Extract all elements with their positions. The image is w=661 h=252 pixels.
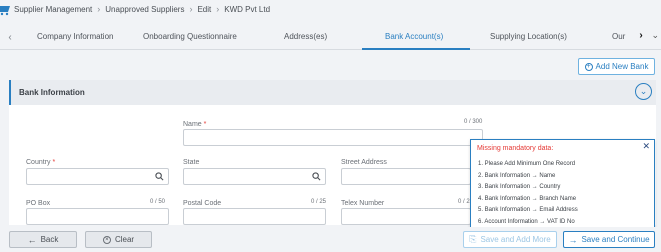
country-select[interactable]	[26, 168, 169, 185]
chevron-right-icon[interactable]: ›	[635, 30, 647, 41]
add-new-bank-button[interactable]: + Add New Bank	[578, 58, 655, 75]
save-and-continue-label: Save and Continue	[581, 235, 650, 244]
tab-bar: ‹ Company Information Onboarding Questio…	[0, 24, 661, 50]
chevron-left-icon[interactable]: ‹	[4, 32, 16, 43]
arrow-right-icon: →	[568, 234, 578, 245]
missing-data-popup: Missing mandatory data: ✕ 1. Please Add …	[470, 139, 655, 231]
postal-code-label: Postal Code	[183, 200, 222, 207]
arrow-left-icon: ←	[27, 234, 37, 245]
tab-company-information[interactable]: Company Information	[37, 32, 113, 41]
street-address-input[interactable]	[341, 168, 471, 185]
back-label: Back	[40, 235, 59, 244]
list-item: 1. Please Add Minimum One Record	[478, 161, 576, 167]
back-button[interactable]: ← Back	[9, 231, 77, 248]
tab-truncated[interactable]: Our	[612, 32, 625, 41]
telex-number-label: Telex Number	[341, 200, 385, 207]
list-item: 4. Bank Information → Branch Name	[478, 195, 577, 202]
breadcrumb-separator-icon: ›	[189, 4, 193, 14]
footer-bar: ← Back × Clear ⎘ Save and Add More → Sav…	[0, 227, 661, 252]
list-item: 3. Bank Information → Country	[478, 184, 561, 191]
tab-supplying-locations[interactable]: Supplying Location(s)	[490, 32, 567, 41]
save-icon: ⎘	[469, 234, 477, 244]
state-select[interactable]	[183, 168, 326, 185]
name-input[interactable]	[183, 129, 483, 146]
name-counter: 0 / 300	[464, 119, 483, 125]
country-label: Country *	[26, 159, 56, 166]
section-title: Bank Information	[19, 88, 85, 97]
popup-title: Missing mandatory data:	[477, 145, 554, 152]
save-and-add-more-label: Save and Add More	[480, 235, 551, 244]
po-box-label: PO Box	[26, 200, 51, 207]
list-item: 5. Bank Information → Email Address	[478, 207, 578, 214]
breadcrumb-item-edit[interactable]: Edit	[197, 5, 211, 14]
search-icon	[312, 172, 321, 181]
name-label: Name *	[183, 121, 207, 128]
save-and-add-more-button[interactable]: ⎘ Save and Add More	[463, 231, 557, 248]
collapse-chevron-icon[interactable]: ⌄	[635, 83, 652, 100]
logo-icon	[0, 6, 10, 16]
po-box-counter: 0 / 50	[150, 199, 166, 205]
clear-button[interactable]: × Clear	[85, 231, 152, 248]
add-new-bank-label: Add New Bank	[595, 62, 649, 71]
telex-number-input[interactable]	[341, 208, 471, 225]
bank-information-section-header[interactable]: Bank Information ⌄	[9, 80, 656, 105]
street-address-label: Street Address	[341, 159, 387, 166]
tab-bank-accounts[interactable]: Bank Account(s)	[385, 32, 443, 41]
po-box-input[interactable]	[26, 208, 169, 225]
close-icon[interactable]: ✕	[642, 141, 650, 152]
clear-label: Clear	[114, 235, 135, 244]
breadcrumb-item-unapproved-suppliers[interactable]: Unapproved Suppliers	[105, 5, 184, 14]
plus-icon: +	[584, 62, 593, 71]
breadcrumb-separator-icon: ›	[216, 4, 220, 14]
state-label: State	[183, 159, 200, 166]
tab-overflow[interactable]: ⌄	[647, 24, 661, 50]
breadcrumb-item-supplier-management[interactable]: Supplier Management	[14, 5, 92, 14]
postal-code-counter: 0 / 25	[311, 199, 327, 205]
chevron-down-icon: ⌄	[651, 30, 659, 40]
list-item: 2. Bank Information → Name	[478, 172, 556, 179]
postal-code-input[interactable]	[183, 208, 326, 225]
save-and-continue-button[interactable]: → Save and Continue	[563, 231, 655, 248]
breadcrumb-separator-icon: ›	[97, 4, 101, 14]
tab-addresses[interactable]: Address(es)	[284, 32, 327, 41]
breadcrumb-item-current: KWD Pvt Ltd	[224, 4, 271, 14]
search-icon	[155, 172, 164, 181]
clear-icon: ×	[102, 235, 111, 244]
active-tab-indicator	[362, 48, 470, 50]
breadcrumb: Supplier Management › Unapproved Supplie…	[0, 0, 661, 18]
tab-onboarding-questionnaire[interactable]: Onboarding Questionnaire	[143, 32, 237, 41]
missing-data-list: 1. Please Add Minimum One Record 2. Bank…	[478, 159, 578, 229]
